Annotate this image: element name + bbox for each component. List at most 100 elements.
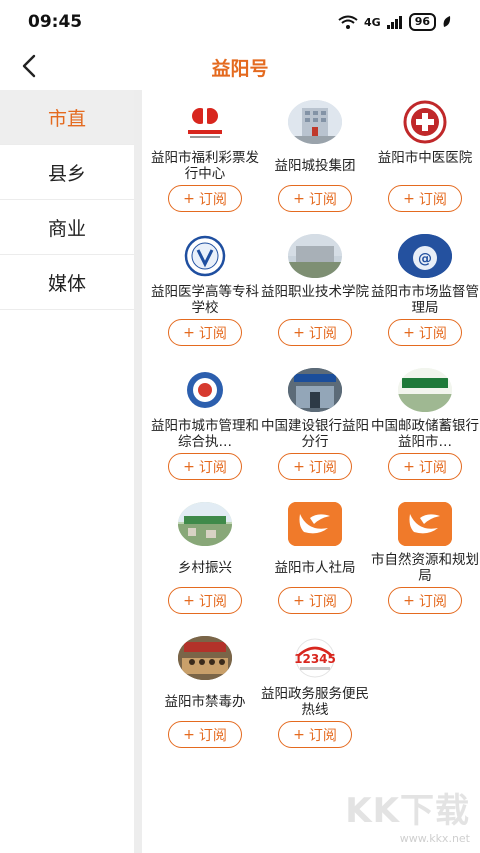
subscribe-label: 订阅: [418, 325, 447, 342]
sidebar-item-label: 县乡: [47, 162, 86, 185]
account-name: 益阳市中医医院: [377, 150, 473, 166]
plus-icon: +: [403, 592, 415, 609]
account-name: 中国邮政储蓄银行益阳市…: [371, 418, 479, 450]
account-card[interactable]: 乡村振兴 + 订阅: [150, 494, 260, 628]
account-card[interactable]: 益阳市城市管理和综合执… + 订阅: [150, 360, 260, 494]
medical-college-icon: [178, 234, 232, 278]
plus-icon: +: [293, 324, 305, 341]
battery-indicator: 96: [408, 13, 436, 31]
subscribe-button[interactable]: + 订阅: [168, 721, 242, 748]
account-name: 益阳市福利彩票发行中心: [151, 150, 259, 182]
subscribe-label: 订阅: [418, 459, 447, 476]
plus-icon: +: [183, 726, 195, 743]
tcm-hospital-icon: [398, 100, 452, 144]
account-card[interactable]: 中国建设银行益阳分行 + 订阅: [260, 360, 370, 494]
sidebar-item-shizhi[interactable]: 市直: [0, 90, 134, 145]
postal-bank-photo-icon: [398, 368, 452, 412]
subscribe-label: 订阅: [198, 325, 227, 342]
account-card[interactable]: 益阳市禁毒办 + 订阅: [150, 628, 260, 762]
svg-text:12345: 12345: [294, 652, 336, 666]
watermark: KK下载 www.kkx.net: [345, 783, 470, 845]
plus-icon: +: [403, 190, 415, 207]
account-name: 中国建设银行益阳分行: [261, 418, 369, 450]
account-name: 市自然资源和规划局: [371, 552, 479, 584]
subscribe-button[interactable]: + 订阅: [278, 721, 352, 748]
hotline-12345-icon: 12345: [288, 636, 342, 680]
subscribe-button[interactable]: + 订阅: [278, 319, 352, 346]
sidebar-item-xianxiang[interactable]: 县乡: [0, 145, 134, 200]
network-type: 4G: [364, 15, 381, 29]
account-card[interactable]: 12345 益阳政务服务便民热线 + 订阅: [260, 628, 370, 762]
account-name: 益阳政务服务便民热线: [261, 686, 369, 718]
watermark-logo: KK下载: [345, 791, 470, 831]
subscribe-button[interactable]: + 订阅: [278, 453, 352, 480]
sidebar-item-label: 市直: [47, 107, 86, 130]
svg-text:@: @: [418, 251, 432, 267]
wifi-icon: [338, 15, 358, 29]
status-bar: 09:45 4G 96: [0, 0, 480, 44]
campus-photo-icon: [288, 234, 342, 278]
leaf-icon: [443, 16, 451, 27]
subscribe-label: 订阅: [418, 593, 447, 610]
market-supervision-icon: @: [398, 234, 452, 278]
subscribe-label: 订阅: [198, 191, 227, 208]
header: 益阳号: [0, 44, 480, 90]
account-name: 益阳医学高等专科学校: [151, 284, 259, 316]
sidebar-item-label: 媒体: [47, 272, 86, 295]
account-card[interactable]: 中国邮政储蓄银行益阳市… + 订阅: [370, 360, 480, 494]
plus-icon: +: [183, 592, 195, 609]
signal-icon: [386, 16, 402, 29]
account-name: 益阳市市场监督管理局: [371, 284, 479, 316]
plus-icon: +: [183, 190, 195, 207]
account-name: 益阳市城市管理和综合执…: [151, 418, 259, 450]
subscribe-button[interactable]: + 订阅: [168, 319, 242, 346]
subscribe-label: 订阅: [198, 727, 227, 744]
subscribe-button[interactable]: + 订阅: [388, 453, 462, 480]
page-title: 益阳号: [211, 58, 269, 80]
subscribe-label: 订阅: [308, 727, 337, 744]
sidebar-item-label: 商业: [47, 217, 86, 240]
subscribe-label: 订阅: [308, 593, 337, 610]
subscribe-button[interactable]: + 订阅: [278, 587, 352, 614]
plus-icon: +: [403, 458, 415, 475]
watermark-url: www.kkx.net: [399, 832, 470, 845]
subscribe-label: 订阅: [418, 191, 447, 208]
building-photo-icon: [288, 100, 342, 144]
subscribe-label: 订阅: [308, 459, 337, 476]
sidebar-item-meiti[interactable]: 媒体: [0, 255, 134, 310]
subscribe-button[interactable]: + 订阅: [388, 319, 462, 346]
anti-drug-photo-icon: [178, 636, 232, 680]
bank-branch-photo-icon: [288, 368, 342, 412]
account-card[interactable]: 益阳市中医医院 + 订阅: [370, 92, 480, 226]
subscribe-button[interactable]: + 订阅: [278, 185, 352, 212]
subscribe-label: 订阅: [198, 459, 227, 476]
app-default-logo-icon: [288, 502, 342, 546]
plus-icon: +: [293, 592, 305, 609]
subscribe-label: 订阅: [308, 325, 337, 342]
account-card[interactable]: 益阳医学高等专科学校 + 订阅: [150, 226, 260, 360]
subscribe-label: 订阅: [308, 191, 337, 208]
subscribe-label: 订阅: [198, 593, 227, 610]
subscribe-button[interactable]: + 订阅: [168, 453, 242, 480]
account-name: 益阳职业技术学院: [261, 284, 369, 300]
category-sidebar: 市直 县乡 商业 媒体: [0, 90, 142, 853]
account-card[interactable]: 市自然资源和规划局 + 订阅: [370, 494, 480, 628]
subscribe-button[interactable]: + 订阅: [168, 185, 242, 212]
status-icons: 4G 96: [338, 13, 452, 31]
account-card[interactable]: 益阳市人社局 + 订阅: [260, 494, 370, 628]
subscribe-button[interactable]: + 订阅: [388, 185, 462, 212]
plus-icon: +: [293, 190, 305, 207]
plus-icon: +: [403, 324, 415, 341]
subscribe-button[interactable]: + 订阅: [168, 587, 242, 614]
status-time: 09:45: [28, 12, 83, 32]
account-card[interactable]: 益阳职业技术学院 + 订阅: [260, 226, 370, 360]
rural-revitalization-photo-icon: [178, 502, 232, 546]
plus-icon: +: [293, 726, 305, 743]
subscribe-button[interactable]: + 订阅: [388, 587, 462, 614]
plus-icon: +: [183, 324, 195, 341]
sidebar-item-shangye[interactable]: 商业: [0, 200, 134, 255]
account-card[interactable]: 益阳城投集团 + 订阅: [260, 92, 370, 226]
account-card[interactable]: 益阳市福利彩票发行中心 + 订阅: [150, 92, 260, 226]
plus-icon: +: [183, 458, 195, 475]
account-card[interactable]: @ 益阳市市场监督管理局 + 订阅: [370, 226, 480, 360]
